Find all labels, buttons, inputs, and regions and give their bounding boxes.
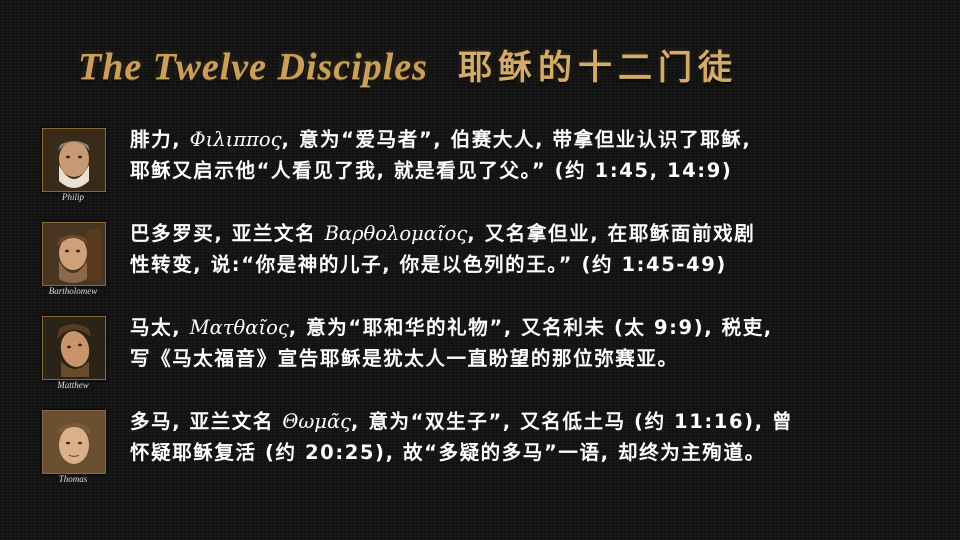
disciple-row-thomas: Thomas 多马, 亚兰文名 Θωμᾶς, 意为“双生子”, 又名低土马 (约… (42, 410, 952, 494)
disciple-description: 多马, 亚兰文名 Θωμᾶς, 意为“双生子”, 又名低土马 (约 11:16)… (130, 410, 794, 464)
disciple-row-bartholomew: Bartholomew 巴多罗买, 亚兰文名 Βαρθολομαῖος, 又名拿… (42, 222, 952, 306)
name-label: Matthew (57, 380, 89, 390)
name-label: Thomas (58, 474, 88, 484)
portrait-philip (42, 128, 106, 192)
title-chinese: 耶稣的十二门徒 (457, 48, 738, 88)
name-label: Bartholomew (48, 286, 98, 296)
portrait-thomas (42, 410, 106, 474)
portrait-bartholomew (42, 222, 106, 286)
disciple-row-philip: Philip 腓力, Φιλιππος, 意为“爱马者”, 伯赛大人, 带拿但业… (42, 128, 952, 212)
title-english: The Twelve Disciples (78, 46, 428, 88)
portrait-matthew (42, 316, 106, 380)
disciple-description: 腓力, Φιλιππος, 意为“爱马者”, 伯赛大人, 带拿但业认识了耶稣, … (130, 128, 752, 182)
disciple-description: 马太, Ματθαῖος, 意为“耶和华的礼物”, 又名利未 (太 9:9), … (130, 316, 773, 370)
disciple-description: 巴多罗买, 亚兰文名 Βαρθολομαῖος, 又名拿但业, 在耶稣面前戏剧 … (130, 222, 756, 276)
slide-title: The Twelve Disciples 耶稣的十二门徒 (78, 40, 738, 96)
disciple-row-matthew: Matthew 马太, Ματθαῖος, 意为“耶和华的礼物”, 又名利未 (… (42, 316, 952, 400)
name-label: Philip (62, 192, 84, 202)
